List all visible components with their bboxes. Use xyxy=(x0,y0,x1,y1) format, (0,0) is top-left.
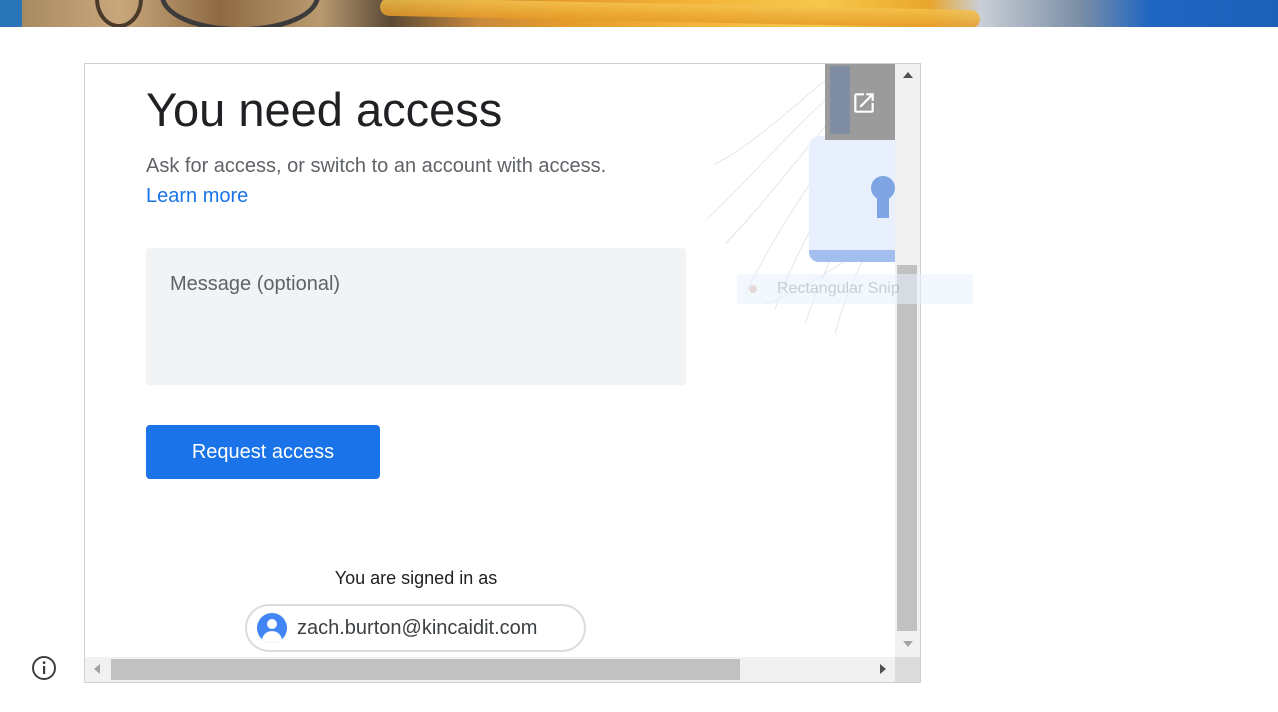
snip-ghost-label: Rectangular Snip xyxy=(777,280,900,297)
frame-viewport: You need access Ask for access, or switc… xyxy=(85,64,895,657)
vertical-scroll-thumb[interactable] xyxy=(897,265,917,631)
scroll-right-arrow-icon[interactable] xyxy=(880,664,886,674)
keyhole-icon-stem xyxy=(877,192,889,218)
signed-in-label: You are signed in as xyxy=(334,568,498,588)
banner-decoration xyxy=(160,0,320,27)
account-email: zach.burton@kincaidit.com xyxy=(297,616,538,639)
scrollbar-corner xyxy=(895,657,920,682)
scroll-up-arrow-icon[interactable] xyxy=(903,72,913,78)
info-icon[interactable] xyxy=(31,655,57,681)
account-avatar-icon xyxy=(257,613,287,643)
horizontal-scroll-thumb[interactable] xyxy=(111,659,740,680)
scroll-left-arrow-icon[interactable] xyxy=(94,664,100,674)
account-chip[interactable]: zach.burton@kincaidit.com xyxy=(245,604,586,652)
message-field[interactable] xyxy=(146,248,686,385)
popout-button[interactable] xyxy=(825,64,895,140)
record-dot-icon xyxy=(749,285,757,293)
banner-decoration xyxy=(95,0,143,27)
scroll-down-arrow-icon[interactable] xyxy=(903,641,913,647)
vertical-scrollbar[interactable] xyxy=(895,64,920,657)
snip-ghost-overlay: Rectangular Snip xyxy=(737,274,973,304)
popout-bar xyxy=(830,66,850,134)
request-access-button[interactable]: Request access xyxy=(146,425,380,479)
embedded-access-frame: You need access Ask for access, or switc… xyxy=(84,63,921,683)
page-subtitle: Ask for access, or switch to an account … xyxy=(146,155,607,177)
open-in-new-icon xyxy=(854,93,874,113)
horizontal-scrollbar[interactable] xyxy=(85,657,895,682)
banner-decoration xyxy=(379,0,981,27)
learn-more-link[interactable]: Learn more xyxy=(146,185,248,208)
page-title: You need access xyxy=(146,83,503,136)
header-banner-image xyxy=(0,0,1278,27)
